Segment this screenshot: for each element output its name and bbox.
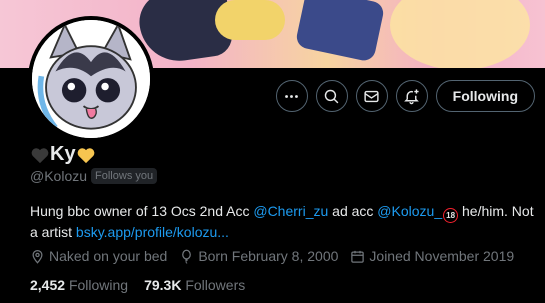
mention-link[interactable]: @Kolozu_: [377, 203, 442, 219]
message-button[interactable]: [355, 80, 388, 112]
display-name-text: Ky: [50, 143, 76, 165]
calendar-icon: [351, 250, 365, 263]
search-button[interactable]: [315, 80, 348, 112]
balloon-icon: [182, 249, 192, 264]
avatar[interactable]: [28, 16, 154, 142]
bio: Hung bbc owner of 13 Ocs 2nd Acc @Cherri…: [30, 202, 540, 242]
followers-stat[interactable]: 79.3K Followers: [144, 277, 245, 293]
birthday-text: Born February 8, 2000: [198, 248, 339, 264]
message-icon: [364, 90, 379, 102]
display-name: Ky: [30, 143, 96, 166]
handle-row: @Kolozu Follows you: [30, 168, 158, 184]
more-icon: [285, 94, 299, 98]
location-text: Naked on your bed: [49, 248, 168, 264]
profile-actions: Following: [275, 80, 535, 112]
notify-button[interactable]: [395, 80, 428, 112]
banner-art: [390, 0, 530, 68]
birthday-item: Born February 8, 2000: [179, 248, 338, 264]
bell-plus-icon: [404, 88, 420, 104]
profile-stats: 2,452 Following 79.3K Followers: [30, 277, 245, 293]
following-button[interactable]: Following: [435, 80, 535, 112]
eighteen-plus-icon: 18: [443, 208, 459, 223]
following-stat[interactable]: 2,452 Following: [30, 277, 128, 293]
banner-art: [215, 0, 285, 40]
yellow-heart-icon: [77, 147, 94, 163]
profile-meta: Naked on your bed Born February 8, 2000 …: [30, 248, 514, 264]
joined-item: Joined November 2019: [350, 248, 514, 264]
search-icon: [324, 89, 339, 103]
followers-label: Followers: [185, 277, 246, 293]
black-heart-icon: [31, 147, 49, 163]
followers-count: 79.3K: [144, 277, 182, 293]
bio-text: ad acc: [328, 203, 378, 219]
follows-you-badge: Follows you: [91, 168, 158, 184]
more-button[interactable]: [275, 80, 308, 112]
mention-link[interactable]: @Cherri_zu: [253, 203, 328, 219]
avatar-illustration: [32, 20, 150, 138]
following-label: Following: [68, 277, 129, 293]
joined-text: Joined November 2019: [369, 248, 515, 264]
bio-text: Hung bbc owner of 13 Ocs 2nd Acc: [30, 203, 254, 219]
following-count: 2,452: [30, 277, 66, 293]
bio-link[interactable]: bsky.app/profile/kolozu...: [76, 224, 229, 240]
location-item: Naked on your bed: [30, 248, 167, 264]
handle: @Kolozu: [30, 168, 88, 184]
banner-art: [294, 0, 386, 63]
location-pin-icon: [32, 249, 43, 264]
